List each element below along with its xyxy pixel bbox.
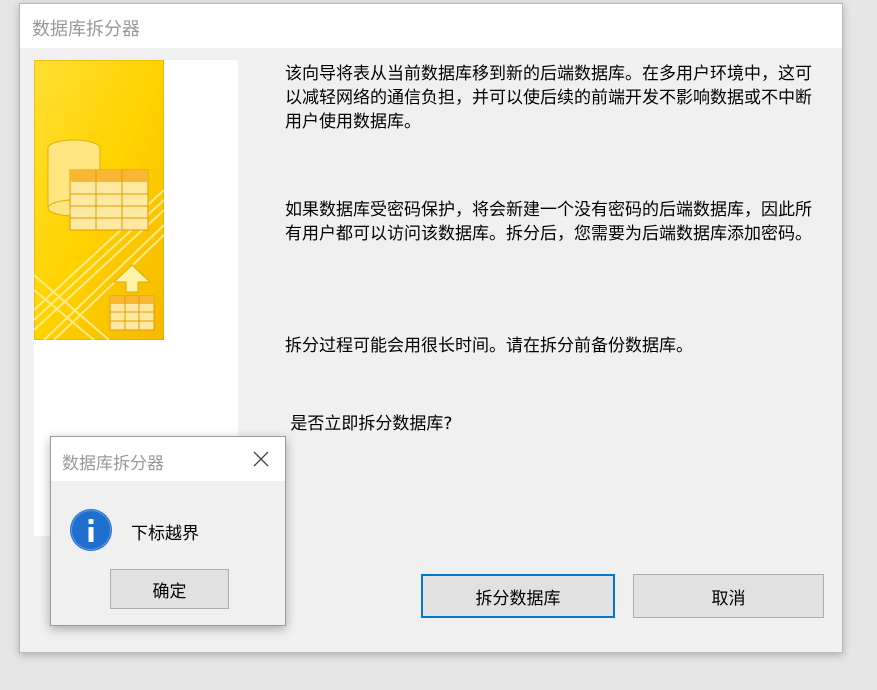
error-message: 下标越界: [131, 524, 199, 544]
message-box-titlebar[interactable]: 数据库拆分器: [51, 437, 285, 481]
cancel-button[interactable]: 取消: [633, 574, 824, 618]
dialog-title: 数据库拆分器: [32, 19, 140, 40]
info-icon: [70, 509, 112, 551]
database-table-illustration-icon: [34, 60, 164, 340]
dialog-titlebar[interactable]: 数据库拆分器: [20, 4, 842, 48]
description-paragraph-1: 该向导将表从当前数据库移到新的后端数据库。在多用户环境中，这可以减轻网络的通信负…: [285, 64, 812, 132]
error-message-box: 数据库拆分器 下标越界 确定: [50, 436, 286, 626]
message-box-title: 数据库拆分器: [62, 454, 164, 474]
close-icon[interactable]: [251, 449, 271, 469]
ok-button[interactable]: 确定: [110, 569, 229, 609]
confirm-question: 是否立即拆分数据库?: [285, 414, 453, 434]
split-database-button[interactable]: 拆分数据库: [421, 574, 615, 618]
description-paragraph-3: 拆分过程可能会用很长时间。请在拆分前备份数据库。: [285, 336, 693, 356]
description-paragraph-2: 如果数据库受密码保护，将会新建一个没有密码的后端数据库，因此所有用户都可以访问该…: [285, 200, 812, 244]
